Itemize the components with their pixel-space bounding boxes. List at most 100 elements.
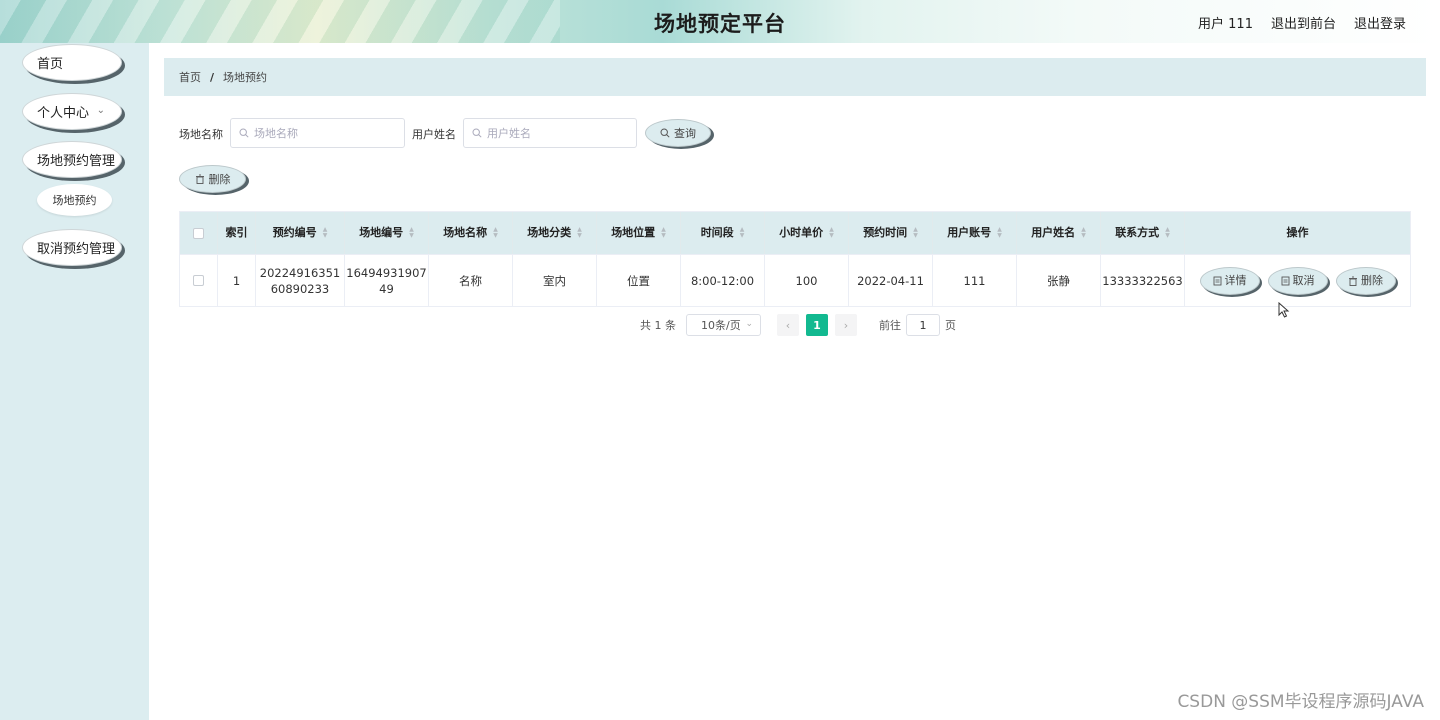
document-icon [1281,276,1289,285]
sort-icon[interactable]: ▲ ▼ [661,227,666,239]
sort-icon[interactable]: ▲ ▼ [323,227,328,239]
cancel-button[interactable]: 取消 [1267,266,1328,295]
sidebar-item-label: 个人中心 [37,106,90,121]
chevron-down-icon: ⌄ [96,105,105,116]
current-user-label: 用户 111 [1198,17,1253,32]
sidebar-item-label: 首页 [37,57,64,72]
cell-category: 室内 [513,255,597,306]
page-number-1[interactable]: 1 [806,314,828,336]
logout-link[interactable]: 退出登录 [1354,13,1406,32]
col-index: 索引 [218,212,256,254]
venue-name-input[interactable]: 场地名称 [230,118,405,148]
trash-icon [195,174,204,184]
detail-button[interactable]: 详情 [1199,266,1260,295]
col-label: 场地编号 [359,226,404,239]
sidebar-item-personal-center[interactable]: 个人中心 ⌄ [22,93,122,130]
cell-time-slot: 8:00-12:00 [681,255,765,306]
goto-label: 前往 [879,319,901,332]
sort-icon[interactable]: ▲ ▼ [829,227,834,239]
col-label: 索引 [225,226,248,239]
sort-icon[interactable]: ▲ ▼ [997,227,1002,239]
col-label: 时间段 [700,226,734,239]
row-delete-label: 删除 [1361,273,1383,287]
col-label: 用户账号 [947,226,992,239]
sidebar-subitem-label: 场地预约 [52,194,97,207]
col-label: 小时单价 [779,226,824,239]
sort-icon[interactable]: ▲ ▼ [493,227,498,239]
col-label: 场地位置 [611,226,656,239]
exit-to-front-link[interactable]: 退出到前台 [1271,13,1336,32]
cell-hourly-price: 100 [765,255,849,306]
col-booking-time[interactable]: 预约时间 ▲ ▼ [849,212,933,254]
goto-page-input[interactable]: 1 [906,314,940,336]
col-booking-no[interactable]: 预约编号 ▲ ▼ [256,212,345,254]
document-icon [1213,276,1221,285]
breadcrumb: 首页 / 场地预约 [164,58,1426,96]
sort-icon[interactable]: ▲ ▼ [740,227,745,239]
col-label: 预约时间 [863,226,908,239]
chevron-right-icon: › [843,318,849,332]
pagination: 共 1 条 10条/页 ⌄ ‹ 1 › 前往 1 页 [640,314,956,336]
col-user-name[interactable]: 用户姓名 ▲ ▼ [1017,212,1101,254]
col-category[interactable]: 场地分类 ▲ ▼ [513,212,597,254]
cell-actions: 详情 取消 删除 [1185,255,1410,306]
col-location[interactable]: 场地位置 ▲ ▼ [597,212,681,254]
page-size-select[interactable]: 10条/页 ⌄ [686,314,761,336]
col-label: 场地名称 [443,226,488,239]
row-select-cell [180,255,218,306]
watermark-text: CSDN @SSM毕设程序源码JAVA [1177,692,1424,712]
col-account[interactable]: 用户账号 ▲ ▼ [933,212,1017,254]
sidebar-item-booking-management[interactable]: 场地预约管理 [22,141,122,178]
sidebar-item-label: 取消预约管理 [37,242,116,257]
sidebar-item-home[interactable]: 首页 [22,44,122,81]
col-label: 用户姓名 [1031,226,1076,239]
breadcrumb-home[interactable]: 首页 [179,69,201,85]
col-label: 联系方式 [1115,226,1160,239]
col-actions: 操作 [1185,212,1410,254]
breadcrumb-current: 场地预约 [223,71,268,84]
select-all-cell [180,212,218,254]
next-page-button[interactable]: › [835,314,857,336]
col-label: 操作 [1286,226,1309,239]
detail-label: 详情 [1224,273,1247,287]
sidebar-item-cancel-management[interactable]: 取消预约管理 [22,229,122,266]
cell-text: 60890233 [270,281,330,296]
cell-user-name: 张静 [1017,255,1101,306]
mouse-cursor-icon [1278,302,1290,318]
sidebar-item-label: 场地预约管理 [37,154,116,169]
prev-page-button[interactable]: ‹ [777,314,799,336]
col-venue-no[interactable]: 场地编号 ▲ ▼ [345,212,429,254]
user-nav: 用户 111 退出到前台 退出登录 [1198,13,1406,32]
col-hourly-price[interactable]: 小时单价 ▲ ▼ [765,212,849,254]
row-delete-button[interactable]: 删除 [1335,266,1396,295]
user-name-input[interactable]: 用户姓名 [463,118,637,148]
user-name-label: 用户姓名 [412,128,456,141]
col-label: 预约编号 [272,226,317,239]
search-icon [239,128,249,138]
cell-booking-no: 20224916351 60890233 [256,255,345,306]
row-checkbox[interactable] [193,275,204,286]
select-all-checkbox[interactable] [193,227,204,239]
col-venue-name[interactable]: 场地名称 ▲ ▼ [429,212,513,254]
query-button[interactable]: 查询 [645,119,711,147]
cell-location: 位置 [597,255,681,306]
col-time-slot[interactable]: 时间段 ▲ ▼ [681,212,765,254]
venue-name-placeholder: 场地名称 [254,127,298,140]
cell-venue-name: 名称 [429,255,513,306]
user-name-placeholder: 用户姓名 [487,127,531,140]
cell-booking-time: 2022-04-11 [849,255,933,306]
col-phone[interactable]: 联系方式 ▲ ▼ [1101,212,1185,254]
cell-index: 1 [218,255,256,306]
sort-icon[interactable]: ▲ ▼ [577,227,582,239]
sort-icon[interactable]: ▲ ▼ [409,227,414,239]
sort-icon[interactable]: ▲ ▼ [1165,227,1170,239]
sort-icon[interactable]: ▲ ▼ [1081,227,1086,239]
cancel-label: 取消 [1292,273,1315,287]
sort-icon[interactable]: ▲ ▼ [913,227,918,239]
table-row: 1 20224916351 60890233 16494931907 49 名称… [180,254,1410,306]
trash-icon [1349,276,1357,286]
page-size-value: 10条/页 [701,319,741,332]
bulk-delete-button[interactable]: 删除 [179,165,246,193]
sidebar-subitem-booking[interactable]: 场地预约 [37,184,112,216]
sidebar: 首页 个人中心 ⌄ 场地预约管理 场地预约 取消预约管理 [0,43,149,720]
